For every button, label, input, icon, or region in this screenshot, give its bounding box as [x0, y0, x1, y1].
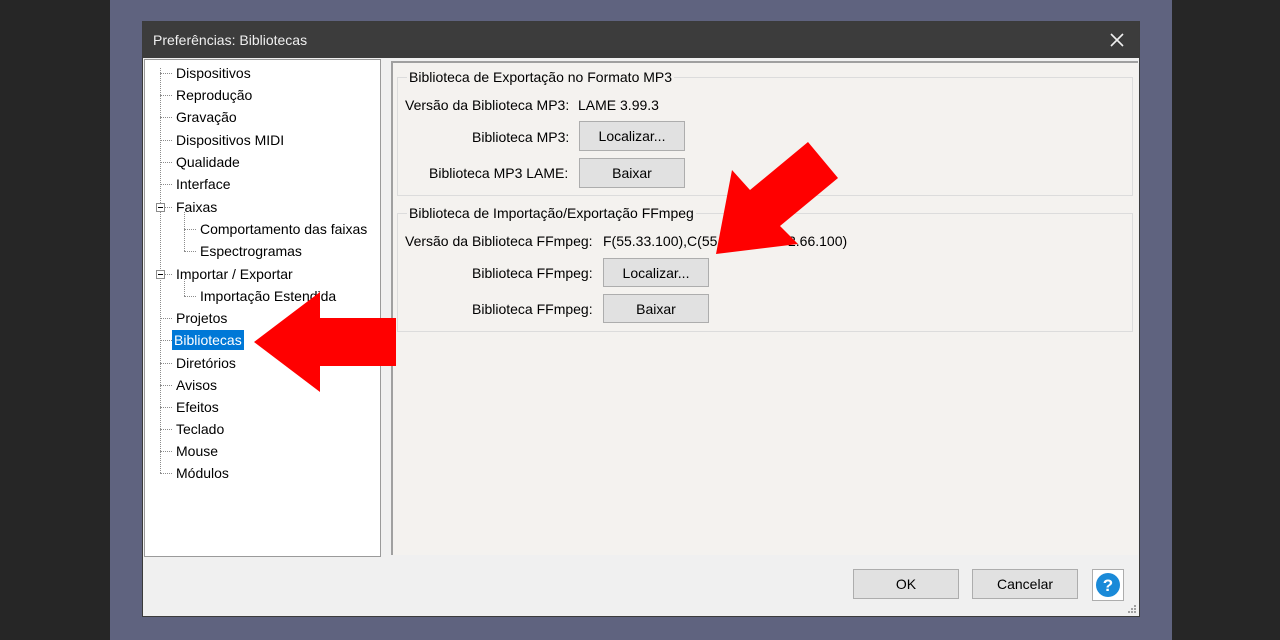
collapse-toggle-importar-exportar[interactable]: [156, 270, 165, 279]
tree-connector: [160, 363, 172, 364]
tree-connector: [160, 162, 172, 163]
tree-connector: [160, 429, 172, 430]
tree-connector: [160, 407, 172, 408]
tree-item-qualidade[interactable]: Qualidade: [174, 152, 242, 172]
collapse-toggle-faixas[interactable]: [156, 203, 165, 212]
title-bar: Preferências: Bibliotecas: [143, 22, 1139, 58]
red-arrow-annotation: [254, 292, 396, 392]
tree-connector: [184, 251, 196, 252]
tree-connector: [160, 95, 172, 96]
close-button[interactable]: [1095, 22, 1139, 58]
mp3-lame-label: Biblioteca MP3 LAME:: [429, 165, 569, 181]
tree-connector: [160, 140, 172, 141]
tree-item-bibliotecas[interactable]: Bibliotecas: [172, 330, 244, 350]
tree-item-faixas[interactable]: Faixas: [174, 197, 219, 217]
ffmpeg-download-button[interactable]: Baixar: [603, 294, 709, 323]
tree-item-teclado[interactable]: Teclado: [174, 419, 226, 439]
mp3-version-label: Versão da Biblioteca MP3:: [405, 97, 570, 113]
tree-item-mouse[interactable]: Mouse: [174, 441, 220, 461]
window-title: Preferências: Bibliotecas: [153, 32, 308, 48]
tree-connector: [184, 296, 196, 297]
tree-item-interface[interactable]: Interface: [174, 174, 232, 194]
tree-item-modulos[interactable]: Módulos: [174, 463, 231, 483]
tree-item-efeitos[interactable]: Efeitos: [174, 397, 221, 417]
red-arrow-annotation: [716, 142, 838, 254]
mp3-version-value: LAME 3.99.3: [578, 97, 659, 113]
ffmpeg-group-title: Biblioteca de Importação/Exportação FFmp…: [407, 205, 696, 221]
tree-item-avisos[interactable]: Avisos: [174, 375, 219, 395]
mp3-locate-button[interactable]: Localizar...: [579, 121, 685, 151]
tree-connector: [160, 318, 172, 319]
tree-item-dispositivos-midi[interactable]: Dispositivos MIDI: [174, 130, 286, 150]
tree-item-comportamento-das-faixas[interactable]: Comportamento das faixas: [198, 219, 369, 239]
tree-item-projetos[interactable]: Projetos: [174, 308, 229, 328]
tree-item-dispositivos[interactable]: Dispositivos: [174, 63, 253, 83]
tree-item-reproducao[interactable]: Reprodução: [174, 85, 254, 105]
tree-connector: [160, 385, 172, 386]
tree-connector: [160, 184, 172, 185]
ffmpeg-version-value: F(55.33.100),C(55.5: [603, 233, 730, 249]
tree-item-espectrogramas[interactable]: Espectrogramas: [198, 241, 304, 261]
tree-connector: [160, 451, 172, 452]
ffmpeg-library-label: Biblioteca FFmpeg:: [472, 265, 593, 281]
cancel-button[interactable]: Cancelar: [972, 569, 1078, 599]
close-icon: [1110, 33, 1124, 47]
tree-connector: [165, 207, 172, 208]
tree-connector: [184, 212, 185, 251]
mp3-library-label: Biblioteca MP3:: [472, 129, 570, 145]
libraries-panel: Biblioteca de Exportação no Formato MP3 …: [391, 61, 1138, 555]
tree-item-gravacao[interactable]: Gravação: [174, 107, 239, 127]
mp3-download-button[interactable]: Baixar: [579, 158, 685, 188]
tree-connector: [184, 229, 196, 230]
ffmpeg-download-label: Biblioteca FFmpeg:: [472, 301, 593, 317]
ok-button[interactable]: OK: [853, 569, 959, 599]
tree-connector: [160, 117, 172, 118]
help-glyph: ?: [1103, 576, 1113, 595]
resize-grip-icon[interactable]: [1127, 604, 1137, 614]
ffmpeg-locate-button[interactable]: Localizar...: [603, 258, 709, 287]
tree-connector: [165, 274, 172, 275]
help-icon: ?: [1096, 573, 1120, 597]
tree-item-diretorios[interactable]: Diretórios: [174, 353, 238, 373]
tree-connector: [160, 73, 172, 74]
ffmpeg-version-label: Versão da Biblioteca FFmpeg:: [405, 233, 593, 249]
help-button[interactable]: ?: [1092, 569, 1124, 601]
mp3-group-title: Biblioteca de Exportação no Formato MP3: [407, 69, 675, 85]
tree-item-importar-exportar[interactable]: Importar / Exportar: [174, 264, 295, 284]
tree-connector: [160, 473, 172, 474]
tree-connector: [160, 340, 172, 341]
